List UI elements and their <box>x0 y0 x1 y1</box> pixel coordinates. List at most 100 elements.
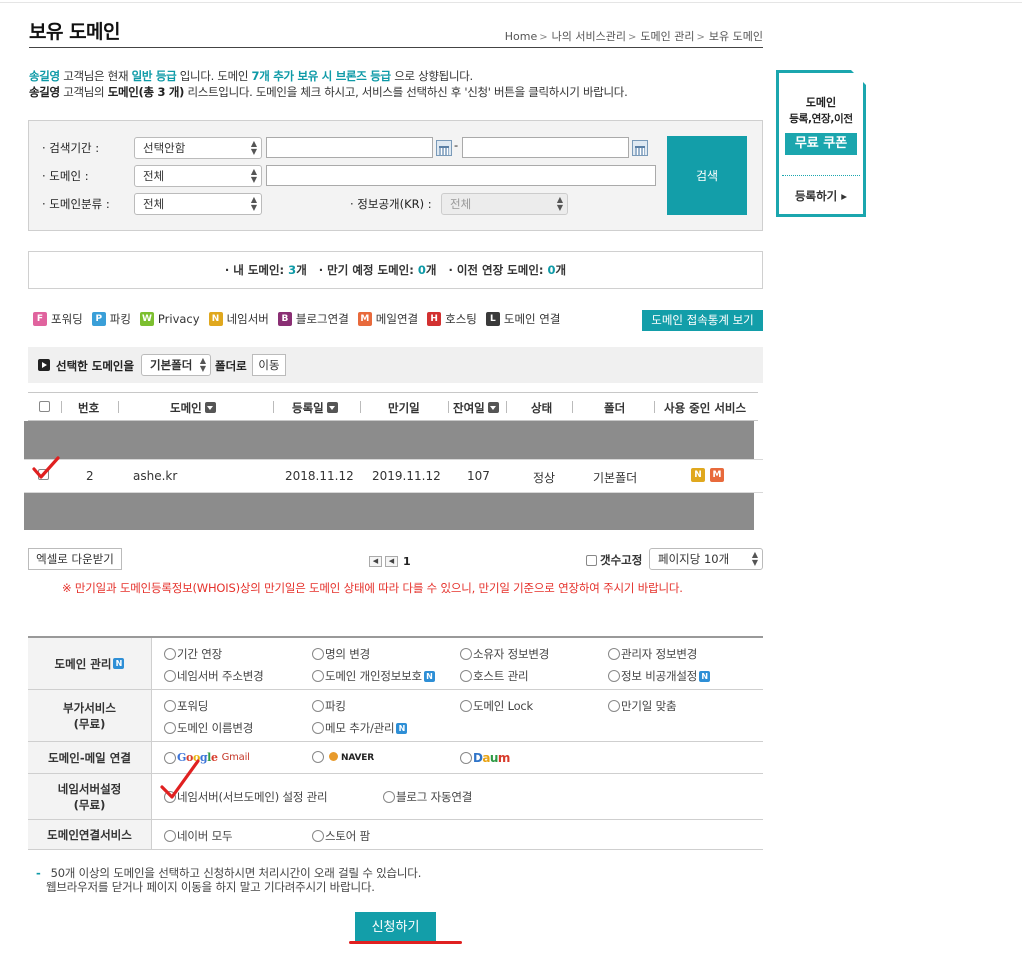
radio[interactable] <box>312 648 324 660</box>
radio[interactable] <box>460 700 472 712</box>
folder-select[interactable]: 기본폴더 ▲ ▼ <box>141 354 211 376</box>
search-button[interactable]: 검색 <box>667 136 747 215</box>
header-domain-label: 도메인 <box>170 401 202 415</box>
calendar-icon[interactable] <box>436 140 452 156</box>
addon-free-label: (무료) <box>73 716 106 731</box>
option-info-private[interactable]: 정보 비공개설정 N <box>608 668 711 684</box>
service-table: 도메인 관리 N 기간 연장 명의 변경 소유자 정보변경 관리자 정보변경 네임… <box>28 636 763 850</box>
privacy-select: 전체 ▲ ▼ <box>441 193 568 215</box>
end-date-input[interactable] <box>462 137 629 158</box>
bulk-notice-line1: -50개 이상의 도메인을 선택하고 신청하시면 처리시간이 오래 걸릴 수 있… <box>36 866 421 880</box>
radio[interactable] <box>608 670 620 682</box>
apply-button[interactable]: 신청하기 <box>355 912 436 944</box>
option-domain-lock[interactable]: 도메인 Lock <box>460 698 533 714</box>
option-privacy-protect[interactable]: 도메인 개인정보보호 N <box>312 668 435 684</box>
breadcrumb-home[interactable]: Home <box>505 30 537 43</box>
legend-label: 호스팅 <box>445 312 477 326</box>
coupon-register-link[interactable]: 등록하기 ▸ <box>779 188 863 204</box>
first-page-icon[interactable]: ◀ <box>369 556 382 567</box>
option-parking[interactable]: 파킹 <box>312 698 346 714</box>
header-registered-label: 등록일 <box>292 401 324 415</box>
prev-page-icon[interactable]: ◀ <box>385 556 398 567</box>
chevron-right-icon: > <box>539 32 548 43</box>
header-domain[interactable]: 도메인 <box>170 400 216 416</box>
option-expiry-match[interactable]: 만기일 맞춤 <box>608 698 677 714</box>
row-no: 2 <box>86 469 94 483</box>
row-domain[interactable]: ashe.kr <box>133 469 177 483</box>
option-extend[interactable]: 기간 연장 <box>164 646 222 662</box>
current-page[interactable]: 1 <box>403 555 411 568</box>
fix-count-toggle[interactable]: 갯수고정 <box>586 552 642 568</box>
unit: 개 <box>296 263 307 277</box>
start-date-input[interactable] <box>266 137 433 158</box>
radio[interactable] <box>164 670 176 682</box>
chevron-right-icon: > <box>696 32 705 43</box>
legend-label: 포워딩 <box>51 312 83 326</box>
radio[interactable] <box>460 752 472 764</box>
per-page-select[interactable]: 페이지당 10개 ▲ ▼ <box>649 548 763 570</box>
nameserver-badge-icon[interactable]: N <box>691 468 705 482</box>
radio[interactable] <box>164 648 176 660</box>
radio[interactable] <box>312 751 324 763</box>
radio[interactable] <box>383 791 395 803</box>
top-divider <box>0 2 1022 3</box>
radio[interactable] <box>608 648 620 660</box>
domain-search-input[interactable] <box>266 165 656 186</box>
option-forwarding[interactable]: 포워딩 <box>164 698 208 714</box>
period-select[interactable]: 선택안함 ▲ ▼ <box>134 137 262 159</box>
radio[interactable] <box>460 648 472 660</box>
fix-count-checkbox[interactable] <box>586 554 597 566</box>
move-button[interactable]: 이동 <box>252 354 286 376</box>
option-blog-auto[interactable]: 블로그 자동연결 <box>383 789 472 805</box>
free-coupon-label: 무료 쿠폰 <box>785 133 857 155</box>
red-underline-annotation <box>349 941 462 944</box>
red-check-annotation-icon <box>160 759 200 799</box>
radio[interactable] <box>312 670 324 682</box>
excel-download-button[interactable]: 엑셀로 다운받기 <box>28 548 122 570</box>
header-registered[interactable]: 등록일 <box>292 400 338 416</box>
radio[interactable] <box>164 722 176 734</box>
option-naver-mail[interactable]: NAVER <box>312 751 374 763</box>
mail-badge-icon[interactable]: M <box>710 468 724 482</box>
radio[interactable] <box>312 700 324 712</box>
option-owner-change[interactable]: 명의 변경 <box>312 646 370 662</box>
my-domains-label: · 내 도메인: <box>224 263 289 277</box>
domain-select-value: 전체 <box>143 169 165 183</box>
radio[interactable] <box>608 700 620 712</box>
option-store-farm[interactable]: 스토어 팜 <box>312 828 370 844</box>
option-owner-info[interactable]: 소유자 정보변경 <box>460 646 549 662</box>
domain-select[interactable]: 전체 ▲ ▼ <box>134 165 262 187</box>
domain-mgmt-label: 도메인 관리 <box>54 656 112 671</box>
option-naver-modu[interactable]: 네이버 모두 <box>164 828 233 844</box>
radio[interactable] <box>312 830 324 842</box>
legend-label: 네임서버 <box>226 312 269 326</box>
expiring-label: · 만기 예정 도메인: <box>318 263 418 277</box>
row-registered: 2018.11.12 <box>285 469 354 483</box>
calendar-icon[interactable] <box>632 140 648 156</box>
category-select[interactable]: 전체 ▲ ▼ <box>134 193 262 215</box>
option-daum-mail[interactable]: Daum <box>460 751 510 765</box>
legend-item: B 블로그연결 <box>277 311 349 327</box>
radio[interactable] <box>164 830 176 842</box>
header-remaining[interactable]: 잔여일 <box>453 400 499 416</box>
row-expires: 2019.11.12 <box>372 469 441 483</box>
breadcrumb-domain-mgmt[interactable]: 도메인 관리 <box>640 30 694 43</box>
option-label: 도메인 Lock <box>473 699 534 713</box>
logo-letter: e <box>210 751 218 764</box>
option-rename[interactable]: 도메인 이름변경 <box>164 720 253 736</box>
option-memo[interactable]: 메모 추가/관리 N <box>312 720 408 736</box>
breadcrumb-my-services[interactable]: 나의 서비스관리 <box>552 30 626 43</box>
select-all-checkbox[interactable] <box>39 401 50 412</box>
move-folder-bar <box>28 347 763 383</box>
domain-stats-button[interactable]: 도메인 접속통계 보기 <box>642 310 763 331</box>
table-row-redacted <box>24 493 754 530</box>
category-select-value: 전체 <box>143 197 165 211</box>
radio[interactable] <box>312 722 324 734</box>
option-admin-info[interactable]: 관리자 정보변경 <box>608 646 697 662</box>
row-remaining: 107 <box>467 469 490 483</box>
radio[interactable] <box>460 670 472 682</box>
option-host-mgmt[interactable]: 호스트 관리 <box>460 668 529 684</box>
option-nameserver-change[interactable]: 네임서버 주소변경 <box>164 668 264 684</box>
radio[interactable] <box>164 700 176 712</box>
service-label: 도메인연결서비스 <box>28 820 152 849</box>
